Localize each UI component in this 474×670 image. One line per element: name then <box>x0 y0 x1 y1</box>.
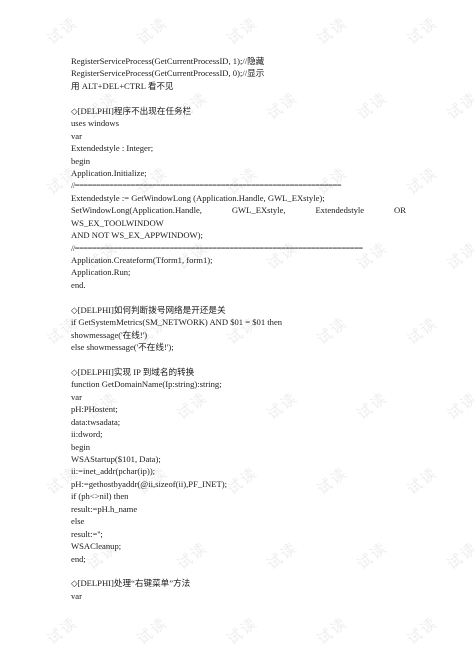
code-line: WSAStartup($101, Data); <box>71 454 161 464</box>
code-line: 用 ALT+DEL+CTRL 看不见 <box>71 80 174 91</box>
code-line: Application.Createform(Tform1, form1); <box>71 255 213 265</box>
watermark-text: 试读 <box>403 163 442 199</box>
code-token: GWL_EXstyle, <box>231 205 286 216</box>
code-line: data:twsadata; <box>71 416 121 427</box>
code-line: Extendedstyle : Integer; <box>71 143 154 154</box>
code-line: end; <box>71 553 86 564</box>
watermark-text: 试读 <box>443 88 474 124</box>
watermark-text: 试读 <box>403 313 442 349</box>
code-token: SetWindowLong(Application.Handle, <box>71 205 202 216</box>
comment-separator: //======================================… <box>71 180 342 191</box>
code-token: OR <box>394 205 406 216</box>
code-line: AND NOT WS_EX_APPWINDOW); <box>71 230 203 241</box>
code-line: pH:=gethostbyaddr(@ii,sizeof(ii),PF_INET… <box>71 478 227 489</box>
code-line: var <box>71 130 82 141</box>
watermark-text: 试读 <box>133 613 172 649</box>
watermark-text: 试读 <box>443 238 474 274</box>
comment-separator: //======================================… <box>71 242 363 253</box>
code-line: var <box>71 391 82 402</box>
code-line: begin <box>71 155 91 166</box>
watermark-text: 试读 <box>403 463 442 499</box>
code-line: ii:dword; <box>71 429 103 440</box>
code-line: Extendedstyle := GetWindowLong (Applicat… <box>71 192 325 203</box>
watermark-text: 试读 <box>443 388 474 424</box>
watermark-text: 试读 <box>313 613 352 649</box>
watermark-text: 试读 <box>43 13 82 49</box>
watermark-text: 试读 <box>403 13 442 49</box>
code-line: if GetSystemMetrics(SM_NETWORK) AND $01 … <box>71 317 283 328</box>
section-heading: ◇[DELPHI]如何判断拨号网络是开还是关 <box>71 304 226 315</box>
code-line: end. <box>71 279 86 290</box>
code-line: WS_EX_TOOLWINDOW <box>71 217 164 228</box>
code-line: Application.Run; <box>71 267 131 278</box>
code-line: pH:PHostent; <box>71 404 118 415</box>
code-line: WSACleanup; <box>71 541 122 552</box>
code-token: Extendedstyle <box>315 205 365 216</box>
watermark-text: 试读 <box>313 13 352 49</box>
code-line: result:=''; <box>71 528 103 539</box>
code-line: uses windows <box>71 118 119 129</box>
code-line: showmessage('在线!') <box>71 329 148 340</box>
code-line: ii:=inet_addr(pchar(ip)); <box>71 466 156 477</box>
section-heading: ◇[DELPHI]处理“右键菜单”方法 <box>71 578 191 589</box>
code-line: Application.Initialize; <box>71 167 147 178</box>
watermark-text: 试读 <box>223 13 262 49</box>
code-line: begin <box>71 441 91 452</box>
document-body: RegisterServiceProcess(GetCurrentProcess… <box>71 55 406 602</box>
code-line: SetWindowLong(Application.Handle, GWL_EXs… <box>71 204 406 216</box>
watermark-text: 试读 <box>223 613 262 649</box>
code-line: else <box>71 516 85 527</box>
section-heading: ◇[DELPHI]实现 IP 到域名的转换 <box>71 366 195 377</box>
code-line: function GetDomainName(Ip:string):string… <box>71 379 222 390</box>
watermark-text: 试读 <box>403 613 442 649</box>
watermark-text: 试读 <box>43 613 82 649</box>
code-line: RegisterServiceProcess(GetCurrentProcess… <box>71 68 265 79</box>
code-line: else showmessage('不在线!'); <box>71 342 174 353</box>
watermark-text: 试读 <box>443 538 474 574</box>
code-line: RegisterServiceProcess(GetCurrentProcess… <box>71 56 265 66</box>
watermark-text: 试读 <box>133 13 172 49</box>
code-line: if (ph<>nil) then <box>71 491 129 502</box>
section-heading: ◇[DELPHI]程序不出现在任务栏 <box>71 105 192 116</box>
code-line: result:=pH.h_name <box>71 503 138 514</box>
code-line: var <box>71 590 82 601</box>
